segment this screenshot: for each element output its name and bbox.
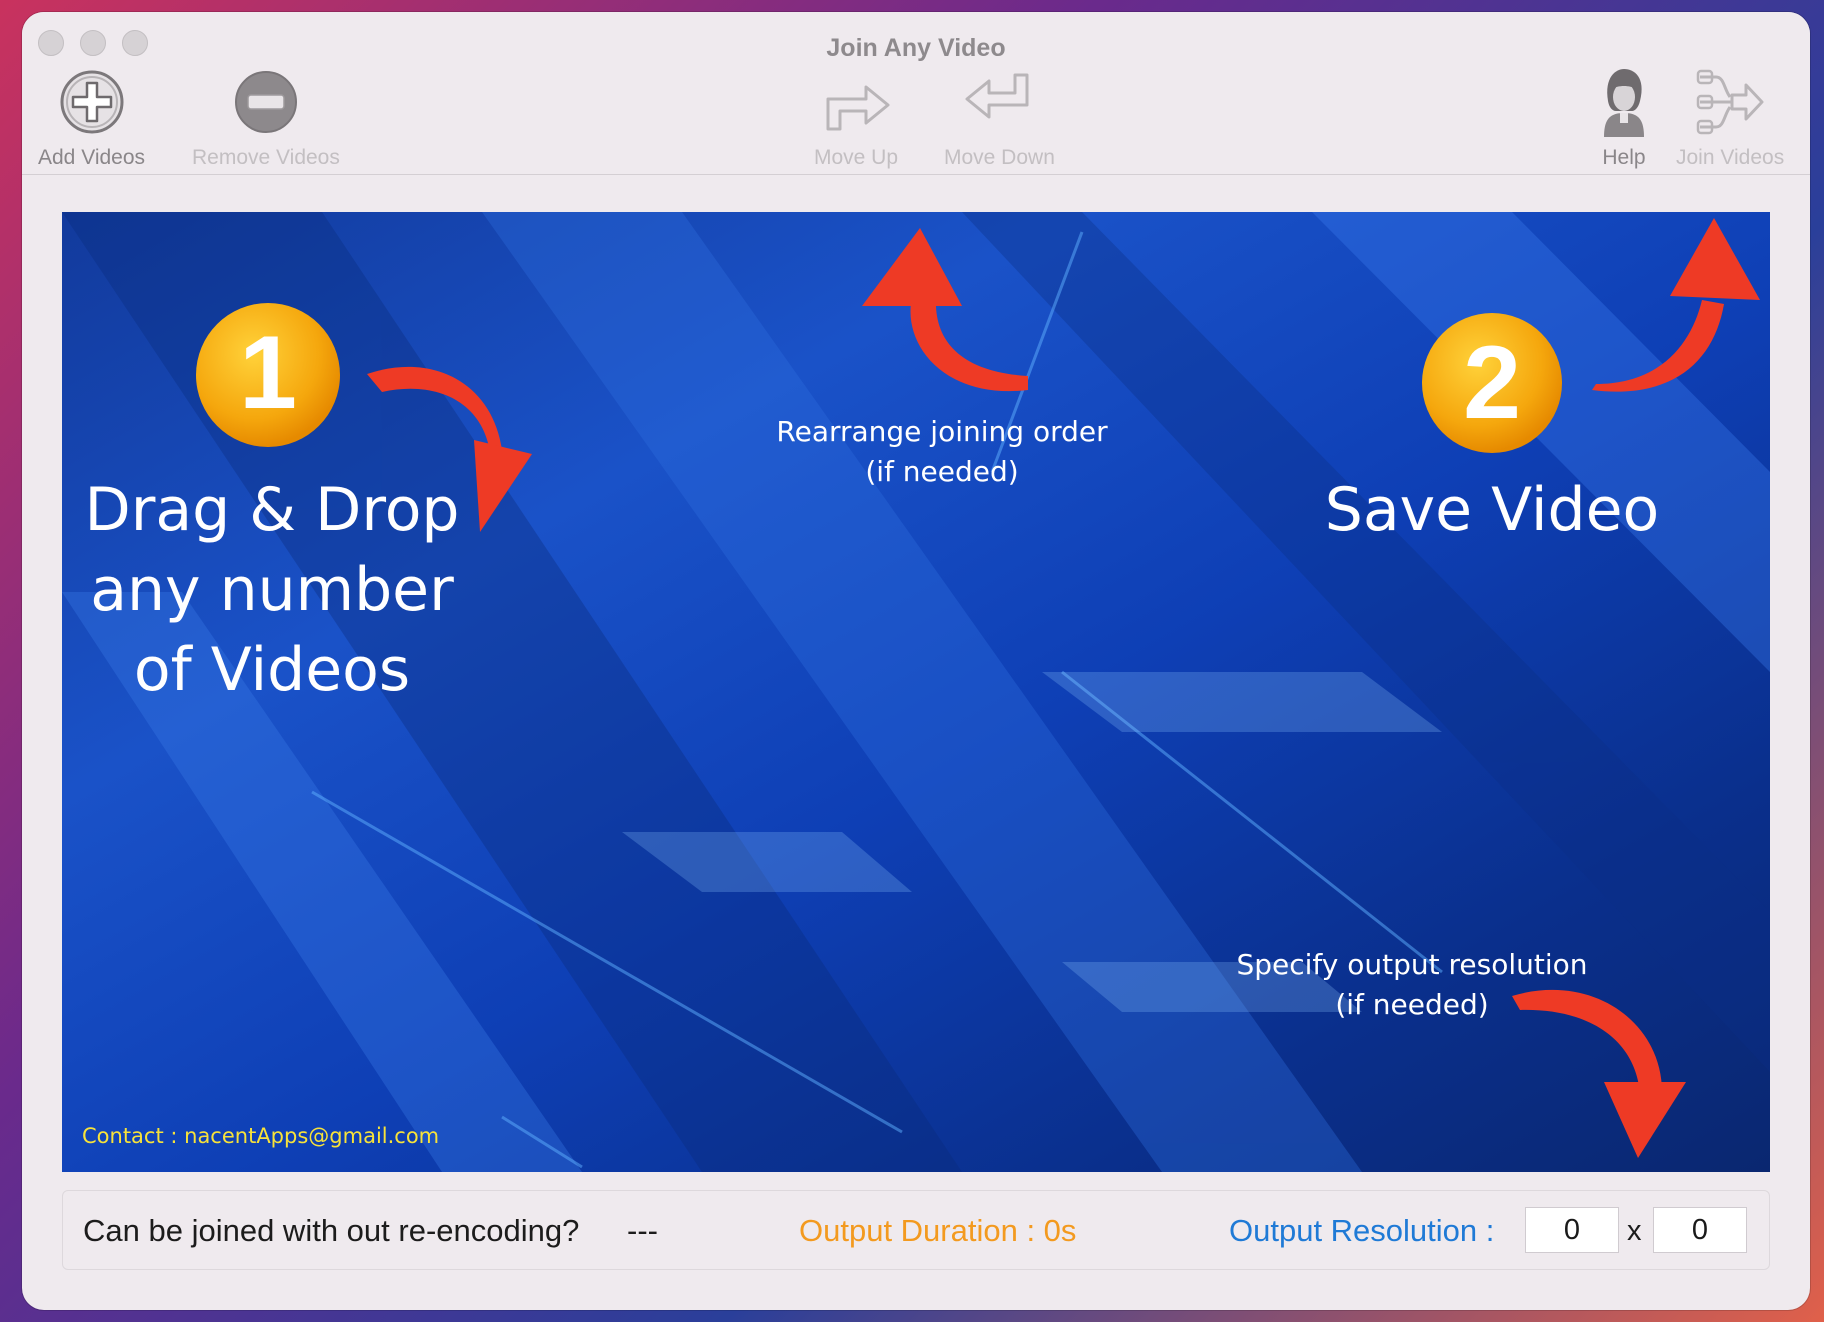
join-videos-label: Join Videos xyxy=(1676,146,1785,169)
step-2-number: 2 xyxy=(1463,325,1521,441)
join-arrows-icon xyxy=(1694,66,1766,138)
drop-zone-banner[interactable]: 1 Drag & Drop any number of Videos Rearr… xyxy=(62,212,1770,1172)
app-window: Join Any Video Add Videos Remove Videos xyxy=(22,12,1810,1310)
help-label: Help xyxy=(1602,146,1646,169)
add-videos-label: Add Videos xyxy=(38,146,146,169)
step-1-text: Drag & Drop any number of Videos xyxy=(72,470,472,710)
step-1-line-1: Drag & Drop xyxy=(84,475,460,545)
status-bar: Can be joined with out re-encoding? --- … xyxy=(62,1190,1770,1270)
resolution-hint-line-2: (if needed) xyxy=(1335,988,1489,1021)
output-duration: Output Duration : 0s xyxy=(799,1213,1077,1248)
step-1-line-3: of Videos xyxy=(133,635,411,705)
help-button[interactable]: Help xyxy=(1588,66,1660,170)
move-up-arrow-icon xyxy=(820,66,892,138)
resolution-width-input[interactable]: 0 xyxy=(1525,1207,1619,1253)
reencode-value: --- xyxy=(627,1213,658,1248)
reencode-label: Can be joined with out re-encoding? xyxy=(83,1213,580,1248)
move-up-button[interactable]: Move Up xyxy=(814,66,898,170)
rearrange-text: Rearrange joining order (if needed) xyxy=(762,412,1122,492)
move-down-label: Move Down xyxy=(944,146,1055,169)
output-resolution-label: Output Resolution : xyxy=(1229,1213,1495,1248)
minus-circle-icon xyxy=(230,66,302,138)
help-agent-icon xyxy=(1588,66,1660,138)
rearrange-line-2: (if needed) xyxy=(865,455,1019,488)
join-videos-button[interactable]: Join Videos xyxy=(1676,66,1784,170)
move-up-label: Move Up xyxy=(814,146,899,169)
resolution-hint-line-1: Specify output resolution xyxy=(1236,948,1588,981)
step-1-line-2: any number xyxy=(90,555,454,625)
remove-videos-label: Remove Videos xyxy=(192,146,340,169)
resolution-hint-text: Specify output resolution (if needed) xyxy=(1232,945,1592,1025)
remove-videos-button[interactable]: Remove Videos xyxy=(192,66,340,170)
move-down-button[interactable]: Move Down xyxy=(944,66,1055,170)
titlebar: Join Any Video Add Videos Remove Videos xyxy=(22,12,1810,175)
resolution-separator: x xyxy=(1627,1215,1642,1247)
resolution-height-input[interactable]: 0 xyxy=(1653,1207,1747,1253)
step-1-number: 1 xyxy=(239,315,297,431)
move-down-arrow-icon xyxy=(963,66,1035,138)
add-videos-button[interactable]: Add Videos xyxy=(38,66,145,170)
rearrange-line-1: Rearrange joining order xyxy=(776,415,1108,448)
window-title: Join Any Video xyxy=(826,34,1006,62)
step-2-text: Save Video xyxy=(1324,475,1660,545)
plus-circle-icon xyxy=(56,66,128,138)
contact-text: Contact : nacentApps@gmail.com xyxy=(82,1124,440,1148)
